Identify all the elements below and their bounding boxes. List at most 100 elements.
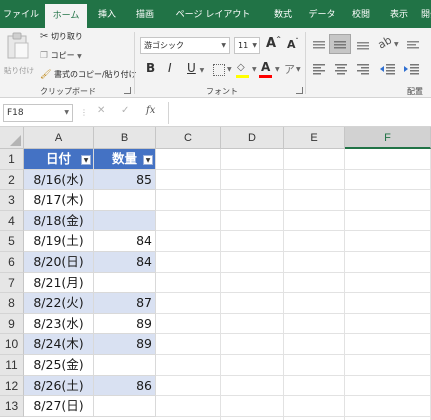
quantity-cell[interactable] — [94, 190, 156, 211]
date-cell[interactable]: 8/25(金) — [24, 355, 94, 376]
insert-function-icon[interactable]: fx — [146, 105, 155, 116]
quantity-cell[interactable]: 85 — [94, 169, 156, 191]
paintbrush-icon: 🖌 — [40, 70, 52, 80]
quantity-cell[interactable]: 89 — [94, 334, 156, 355]
date-cell[interactable]: 8/22(火) — [24, 293, 94, 314]
date-cell[interactable]: 8/21(月) — [24, 272, 94, 294]
tab-page-layout[interactable]: ページ レイアウト — [168, 0, 258, 28]
italic-button[interactable]: I — [168, 61, 172, 75]
column-header-e[interactable]: E — [284, 127, 345, 149]
grow-font-button[interactable]: A^ — [266, 36, 281, 51]
tab-home[interactable]: ホーム — [45, 4, 87, 28]
quantity-cell[interactable]: 87 — [94, 293, 156, 314]
quantity-cell[interactable] — [94, 272, 156, 294]
date-cell[interactable]: 8/16(水) — [24, 169, 94, 191]
date-cell[interactable]: 8/17(木) — [24, 190, 94, 211]
font-name-dropdown[interactable]: 游ゴシック ▼ — [140, 37, 230, 54]
tab-view[interactable]: 表示 — [384, 0, 414, 28]
format-painter-button[interactable]: 🖌 書式のコピー/貼り付け — [40, 69, 137, 80]
filter-arrow-icon: ▼ — [145, 157, 151, 164]
column-header-f[interactable]: F — [345, 127, 431, 149]
font-launcher-icon[interactable] — [296, 87, 303, 94]
quantity-cell[interactable]: 86 — [94, 375, 156, 397]
row-header-9[interactable]: 9 — [0, 313, 24, 335]
row-header-10[interactable]: 10 — [0, 334, 24, 355]
chevron-down-icon[interactable]: ▼ — [275, 66, 280, 73]
row-header-12[interactable]: 12 — [0, 375, 24, 397]
quantity-cell[interactable] — [94, 210, 156, 232]
quantity-cell[interactable]: 84 — [94, 252, 156, 273]
cut-button[interactable]: ✂ 切り取り — [40, 31, 83, 42]
tab-developer[interactable]: 開発 — [415, 0, 431, 28]
select-all-corner[interactable] — [0, 127, 24, 149]
row-header-1[interactable]: 1 — [0, 149, 24, 170]
align-top-icon[interactable] — [312, 39, 326, 51]
date-cell[interactable]: 8/24(木) — [24, 334, 94, 355]
quantity-cell[interactable]: 89 — [94, 313, 156, 335]
row-header-4[interactable]: 4 — [0, 210, 24, 232]
row-header-7[interactable]: 7 — [0, 272, 24, 294]
formula-input[interactable] — [168, 102, 431, 124]
quantity-cell[interactable]: 84 — [94, 231, 156, 252]
quantity-cell[interactable] — [94, 396, 156, 417]
bold-button[interactable]: B — [146, 61, 155, 75]
quantity-cell[interactable] — [94, 355, 156, 376]
font-size-dropdown[interactable]: 11 ▼ — [234, 37, 260, 54]
cell-text: 89 — [136, 315, 152, 331]
filter-dropdown-date[interactable]: ▼ — [81, 155, 91, 165]
chevron-down-icon[interactable]: ▼ — [227, 66, 232, 73]
align-right-icon[interactable] — [356, 63, 370, 75]
cancel-icon[interactable]: ✕ — [97, 105, 105, 116]
date-cell[interactable]: 8/23(水) — [24, 313, 94, 335]
row-header-11[interactable]: 11 — [0, 355, 24, 376]
row-header-13[interactable]: 13 — [0, 396, 24, 417]
orientation-icon[interactable]: ab — [376, 33, 394, 51]
column-header-c[interactable]: C — [156, 127, 221, 149]
copy-button[interactable]: ❐ コピー ▼ — [40, 50, 82, 61]
enter-icon[interactable]: ✓ — [121, 105, 129, 116]
fill-color-icon[interactable]: ◇ — [236, 61, 250, 79]
tab-draw[interactable]: 描画 — [130, 0, 160, 28]
date-cell[interactable]: 8/26(土) — [24, 375, 94, 397]
date-cell[interactable]: 8/20(日) — [24, 252, 94, 273]
chevron-down-icon[interactable]: ▼ — [296, 66, 301, 73]
column-header-a[interactable]: A — [24, 127, 94, 149]
borders-icon[interactable] — [213, 64, 225, 76]
row-header-8[interactable]: 8 — [0, 293, 24, 314]
filter-dropdown-quantity[interactable]: ▼ — [143, 155, 153, 165]
chevron-down-icon[interactable]: ▼ — [394, 41, 399, 48]
align-left-icon[interactable] — [312, 63, 326, 75]
column-header-b[interactable]: B — [94, 127, 156, 149]
row-header-3[interactable]: 3 — [0, 190, 24, 211]
increase-indent-icon[interactable] — [404, 63, 420, 75]
underline-button[interactable]: U ▼ — [187, 61, 204, 75]
cell-text: 87 — [136, 295, 152, 311]
align-middle-button[interactable] — [329, 34, 351, 54]
tab-formulas[interactable]: 数式 — [268, 0, 298, 28]
row-header-6[interactable]: 6 — [0, 252, 24, 273]
column-header-d[interactable]: D — [221, 127, 284, 149]
name-box[interactable]: F18 ▼ — [3, 104, 73, 122]
align-bottom-icon[interactable] — [356, 39, 370, 51]
wrap-text-icon[interactable] — [406, 39, 420, 51]
row-header-2[interactable]: 2 — [0, 169, 24, 191]
date-cell[interactable]: 8/19(土) — [24, 231, 94, 252]
date-cell[interactable]: 8/27(日) — [24, 396, 94, 417]
gridline — [156, 230, 431, 232]
chevron-down-icon[interactable]: ▼ — [252, 66, 257, 73]
cell-text: 8/22(火) — [33, 295, 84, 311]
phonetic-button[interactable]: ア — [284, 61, 295, 77]
tab-review[interactable]: 校閲 — [346, 0, 376, 28]
font-color-button[interactable]: A — [259, 60, 273, 79]
tab-data[interactable]: データ — [304, 0, 340, 28]
cell-text: 8/17(木) — [33, 192, 84, 208]
tab-file[interactable]: ファイル — [3, 0, 39, 28]
date-cell[interactable]: 8/18(金) — [24, 210, 94, 232]
clipboard-launcher-icon[interactable] — [124, 87, 131, 94]
tab-insert[interactable]: 挿入 — [92, 0, 122, 28]
shrink-font-button[interactable]: Aˇ — [287, 38, 299, 51]
paste-button[interactable]: 貼り付け — [4, 30, 34, 82]
row-header-5[interactable]: 5 — [0, 231, 24, 252]
decrease-indent-icon[interactable] — [380, 63, 396, 75]
align-center-icon[interactable] — [334, 63, 348, 75]
